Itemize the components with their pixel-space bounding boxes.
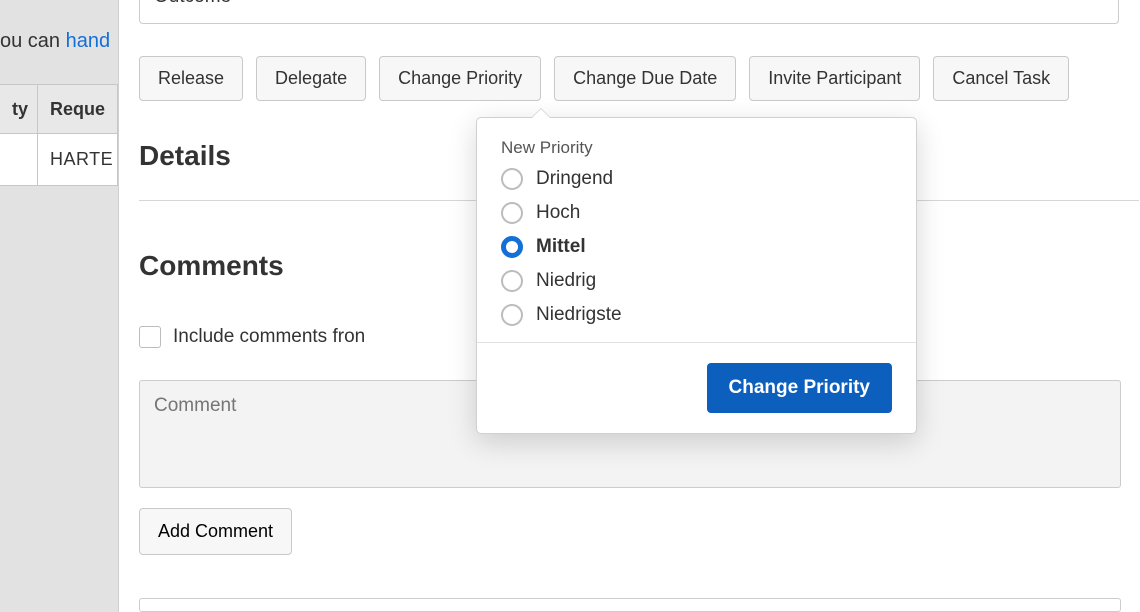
priority-radio-list: Dringend Hoch Mittel Niedrig Niedrigste <box>501 168 892 326</box>
change-priority-submit-button[interactable]: Change Priority <box>707 363 892 413</box>
bottom-input-fragment <box>139 598 1121 612</box>
comments-heading: Comments <box>139 250 284 282</box>
background-left-panel: ou can hand ty Reque HARTE <box>0 0 118 612</box>
radio-icon <box>501 168 523 190</box>
priority-option-label: Mittel <box>536 236 586 258</box>
hint-text: ou can hand <box>0 30 110 53</box>
priority-option-label: Niedrig <box>536 270 596 292</box>
include-comments-label: Include comments fron <box>173 326 365 348</box>
radio-icon <box>501 270 523 292</box>
priority-option-high[interactable]: Hoch <box>501 202 892 224</box>
radio-icon <box>501 202 523 224</box>
outcome-dropdown[interactable]: Outcome <box>139 0 1119 24</box>
change-priority-button[interactable]: Change Priority <box>379 56 541 101</box>
main-panel: Outcome Release Delegate Change Priority… <box>118 0 1140 612</box>
left-td-priority <box>0 134 38 186</box>
left-th-request: Reque <box>38 84 118 134</box>
left-th-priority: ty <box>0 84 38 134</box>
cancel-task-button[interactable]: Cancel Task <box>933 56 1069 101</box>
invite-participant-button[interactable]: Invite Participant <box>749 56 920 101</box>
include-comments-checkbox[interactable] <box>139 326 161 348</box>
popover-body: New Priority Dringend Hoch Mittel Niedri… <box>477 118 916 342</box>
left-td-request: HARTE <box>38 134 118 186</box>
radio-icon <box>501 304 523 326</box>
popover-footer: Change Priority <box>477 342 916 433</box>
details-heading: Details <box>139 140 231 172</box>
change-due-date-button[interactable]: Change Due Date <box>554 56 736 101</box>
priority-option-lowest[interactable]: Niedrigste <box>501 304 892 326</box>
priority-option-label: Hoch <box>536 202 580 224</box>
priority-option-urgent[interactable]: Dringend <box>501 168 892 190</box>
hint-link[interactable]: hand <box>66 30 111 52</box>
radio-icon <box>501 236 523 258</box>
popover-title: New Priority <box>501 138 892 158</box>
priority-option-label: Niedrigste <box>536 304 622 326</box>
left-table-header-row: ty Reque <box>0 84 118 134</box>
left-table-data-row: HARTE <box>0 134 118 186</box>
priority-option-medium[interactable]: Mittel <box>501 236 892 258</box>
priority-option-label: Dringend <box>536 168 613 190</box>
priority-option-low[interactable]: Niedrig <box>501 270 892 292</box>
delegate-button[interactable]: Delegate <box>256 56 366 101</box>
hint-pre: ou can <box>0 30 66 52</box>
change-priority-popover: New Priority Dringend Hoch Mittel Niedri… <box>476 117 917 434</box>
release-button[interactable]: Release <box>139 56 243 101</box>
action-buttons-row: Release Delegate Change Priority Change … <box>139 56 1069 101</box>
include-comments-row: Include comments fron <box>139 326 365 348</box>
popover-arrow-icon <box>531 108 551 118</box>
add-comment-button[interactable]: Add Comment <box>139 508 292 555</box>
left-table-fragment: ty Reque HARTE <box>0 84 118 186</box>
